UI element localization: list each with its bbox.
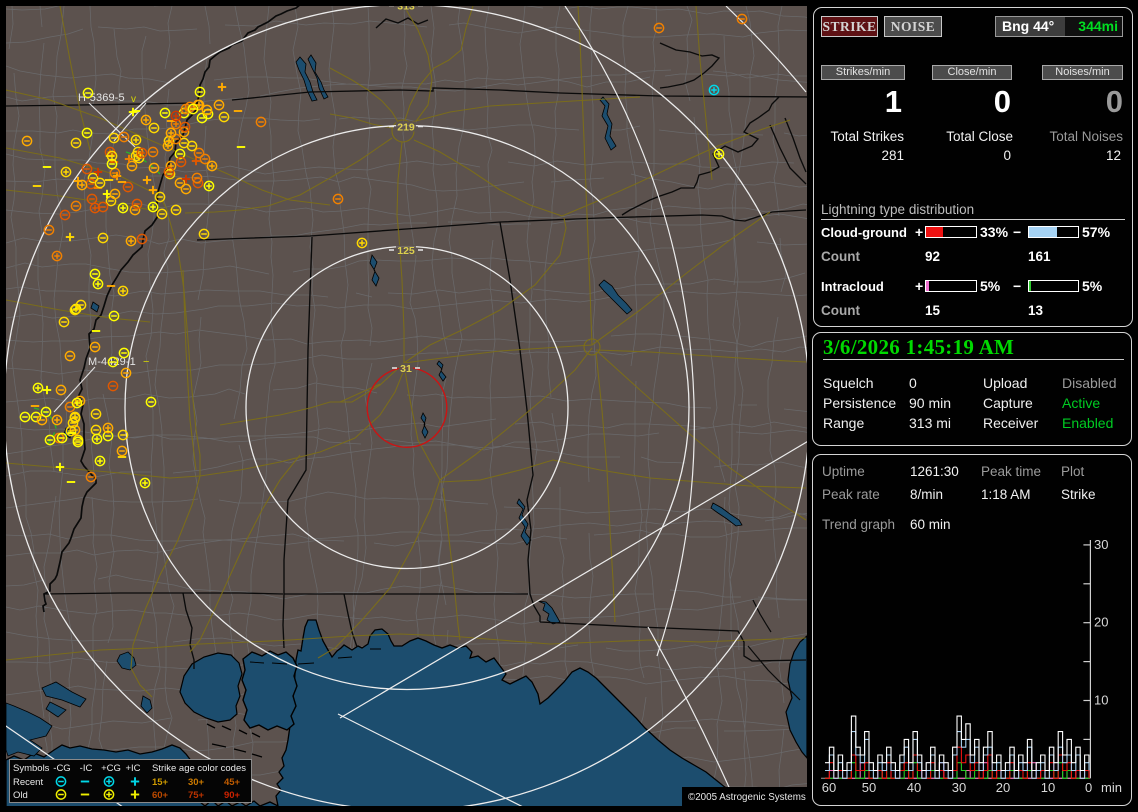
svg-text:10: 10 [1041, 780, 1055, 795]
svg-text:219: 219 [397, 121, 415, 133]
svg-text:31: 31 [400, 363, 412, 375]
svg-text:Strike age color codes: Strike age color codes [152, 763, 246, 774]
svg-text:Symbols: Symbols [13, 763, 50, 774]
svg-text:15+: 15+ [152, 777, 169, 788]
svg-text:+IC: +IC [125, 763, 140, 774]
svg-text:-IC: -IC [80, 763, 93, 774]
svg-text:-CG: -CG [53, 763, 70, 774]
svg-text:20: 20 [1094, 615, 1108, 630]
svg-text:30+: 30+ [188, 777, 205, 788]
svg-text:20: 20 [996, 780, 1010, 795]
svg-text:0: 0 [1085, 780, 1092, 795]
svg-text:125: 125 [397, 245, 415, 257]
svg-text:40: 40 [907, 780, 921, 795]
svg-text:60: 60 [822, 780, 836, 795]
svg-text:−: − [143, 356, 150, 368]
svg-text:75+: 75+ [188, 790, 205, 801]
svg-text:©2005 Astrogenic Systems: ©2005 Astrogenic Systems [688, 792, 806, 803]
svg-text:45+: 45+ [224, 777, 241, 788]
svg-text:60+: 60+ [152, 790, 169, 801]
svg-text:30: 30 [952, 780, 966, 795]
svg-text:Recent: Recent [13, 777, 43, 788]
svg-text:v: v [131, 94, 136, 105]
svg-text:30: 30 [1094, 537, 1108, 552]
svg-text:50: 50 [862, 780, 876, 795]
svg-text:min: min [1101, 780, 1122, 795]
svg-text:Old: Old [13, 790, 28, 801]
svg-text:10: 10 [1094, 693, 1108, 708]
svg-text:H-5369-5: H-5369-5 [78, 92, 125, 104]
svg-text:+CG: +CG [101, 763, 121, 774]
svg-text:90+: 90+ [224, 790, 241, 801]
